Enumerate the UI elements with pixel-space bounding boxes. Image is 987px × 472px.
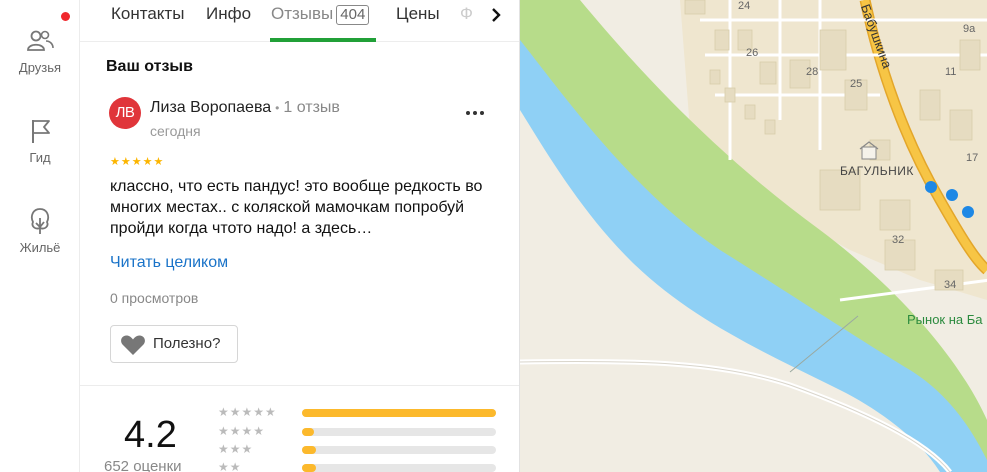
rating-row-stars: ★★ xyxy=(218,460,242,472)
notification-dot xyxy=(61,12,70,21)
rating-bar-fill xyxy=(302,464,316,472)
tabs-next-button[interactable] xyxy=(482,2,510,30)
rating-bar-track xyxy=(302,446,496,454)
house-number: 24 xyxy=(738,0,751,12)
tabs-bar: Контакты Инфо Отзывы 404 Цены Ф xyxy=(80,0,519,42)
more-dot-icon xyxy=(466,110,470,115)
place-label[interactable]: БАГУЛЬНИК xyxy=(840,164,914,178)
tab-reviews-count: 404 xyxy=(336,5,370,25)
rail-item-guide[interactable]: Гид xyxy=(0,116,80,165)
tab-info[interactable]: Инфо xyxy=(206,4,251,24)
rating-row-stars: ★★★★ xyxy=(218,424,266,438)
review-stars: ★★★★★ xyxy=(110,156,165,168)
rail-label-guide: Гид xyxy=(29,150,51,165)
friends-icon xyxy=(27,30,54,51)
house-number: 28 xyxy=(806,66,819,78)
review-author-count[interactable]: 1 отзыв xyxy=(283,99,340,116)
rating-value: 4.2 xyxy=(124,414,177,456)
tab-reviews-label: Отзывы xyxy=(271,4,334,23)
rating-bar-track xyxy=(302,428,496,436)
more-dot-icon xyxy=(473,110,477,115)
house-number: 25 xyxy=(850,78,863,90)
tab-prices[interactable]: Цены xyxy=(396,4,440,24)
map-canvas xyxy=(520,0,987,472)
section-divider xyxy=(80,385,519,386)
map-view[interactable]: 24 26 28 25 32 34 11 17 9а Бабушкина БАГ… xyxy=(520,0,987,472)
rail-item-housing[interactable]: Жильё xyxy=(0,206,80,255)
rating-row-stars: ★★★★★ xyxy=(218,405,277,419)
active-tab-indicator xyxy=(270,38,376,42)
rail-label-friends: Друзья xyxy=(18,60,62,75)
guide-flag-icon xyxy=(32,120,50,143)
house-number: 32 xyxy=(892,234,905,246)
review-date: сегодня xyxy=(150,123,201,139)
avatar[interactable]: ЛВ xyxy=(109,97,141,129)
read-more-link[interactable]: Читать целиком xyxy=(110,254,228,272)
more-dot-icon xyxy=(480,110,484,115)
rating-count: 652 оценки xyxy=(104,458,182,472)
helpful-label: Полезно? xyxy=(153,335,221,352)
review-author-name[interactable]: Лиза Воропаева xyxy=(150,99,271,116)
your-review-title: Ваш отзыв xyxy=(106,58,193,75)
rating-bar-fill xyxy=(302,428,314,436)
review-more-button[interactable] xyxy=(461,104,489,122)
rating-row-stars: ★★★ xyxy=(218,442,254,456)
helpful-button[interactable]: Полезно? xyxy=(110,325,238,363)
house-number: 34 xyxy=(944,279,957,291)
house-number: 17 xyxy=(966,152,979,164)
left-rail: Друзья Гид Жильё xyxy=(0,0,80,472)
rating-bar-fill xyxy=(302,446,316,454)
chevron-right-icon xyxy=(492,8,501,22)
heart-icon xyxy=(121,335,145,355)
review-views: 0 просмотров xyxy=(110,290,199,306)
app-window: Друзья Гид Жильё Контакты Инфо Отзывы 404… xyxy=(0,0,987,472)
house-number: 26 xyxy=(746,47,759,59)
tab-faded-next: Ф xyxy=(460,4,473,23)
rail-item-friends[interactable]: Друзья xyxy=(0,26,80,75)
market-label[interactable]: Рынок на Ба xyxy=(907,312,983,327)
review-author-line: Лиза Воропаева • 1 отзыв xyxy=(150,99,340,117)
housing-tree-icon xyxy=(30,208,50,234)
rating-bar-track xyxy=(302,464,496,472)
tab-contacts[interactable]: Контакты xyxy=(111,4,184,24)
house-number: 9а xyxy=(963,23,976,35)
rating-bar-fill xyxy=(302,409,496,417)
place-panel: Контакты Инфо Отзывы 404 Цены Ф Ваш отзыв… xyxy=(80,0,520,472)
review-text: классно, что есть пандус! это вообще ред… xyxy=(110,178,483,237)
rail-label-housing: Жильё xyxy=(19,240,61,255)
house-number: 11 xyxy=(945,66,957,78)
separator-dot: • xyxy=(275,101,280,115)
rating-bar-track xyxy=(302,409,496,417)
tab-reviews[interactable]: Отзывы 404 xyxy=(271,4,370,25)
